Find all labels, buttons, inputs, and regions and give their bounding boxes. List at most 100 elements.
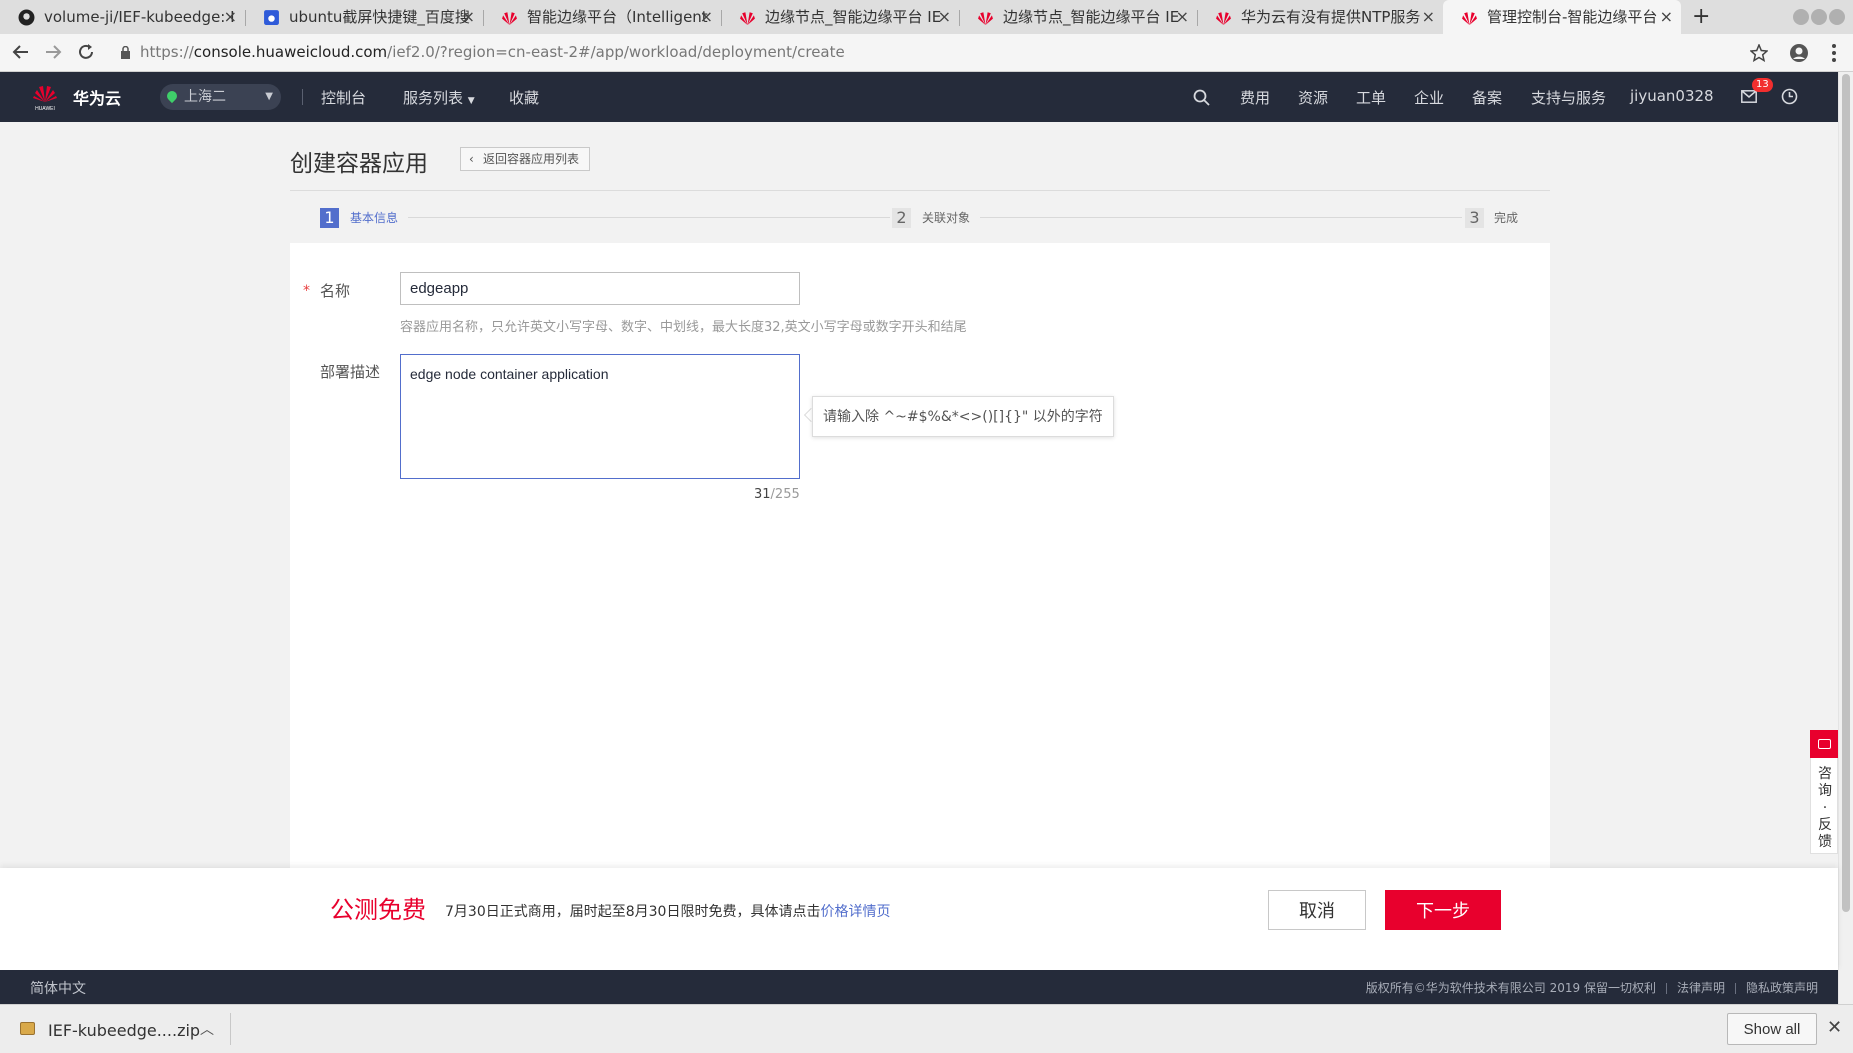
- huawei-icon: [740, 12, 755, 25]
- chat-icon: [1810, 730, 1838, 758]
- star-icon[interactable]: [1750, 44, 1768, 62]
- region-selector[interactable]: 上海二 ▼: [160, 84, 281, 110]
- next-step-button[interactable]: 下一步: [1385, 890, 1501, 930]
- consult-feedback-label: 咨询·反馈: [1818, 766, 1832, 850]
- huawei-icon: [502, 12, 517, 25]
- name-hint: 容器应用名称，只允许英文小写字母、数字、中划线，最大长度32,英文小写字母或数字…: [400, 320, 967, 335]
- nav-favorites[interactable]: 收藏: [509, 87, 539, 108]
- browser-tab[interactable]: 边缘节点_智能边缘平台 IE ×: [959, 0, 1197, 34]
- window-close-icon[interactable]: [1829, 9, 1845, 25]
- browser-tab-active[interactable]: 管理控制台-智能边缘平台 ×: [1443, 0, 1681, 34]
- step-2-number: 2: [892, 208, 911, 228]
- nav-console[interactable]: 控制台: [321, 87, 366, 108]
- new-tab-button[interactable]: +: [1692, 0, 1710, 34]
- name-input[interactable]: [400, 272, 800, 305]
- tab-title: 智能边缘平台（Intelligent: [527, 8, 708, 26]
- region-label: 上海二: [184, 89, 226, 105]
- close-icon[interactable]: ✕: [1827, 1017, 1842, 1038]
- maximize-icon[interactable]: [1811, 9, 1827, 25]
- forward-arrow-icon[interactable]: [44, 43, 62, 61]
- caret-down-icon: ▼: [467, 96, 475, 106]
- nav-support[interactable]: 支持与服务: [1531, 87, 1606, 108]
- back-arrow-icon[interactable]: [12, 43, 30, 61]
- back-to-list-button[interactable]: ‹ 返回容器应用列表: [460, 147, 591, 171]
- promo-description: 7月30日正式商用，届时起至8月30日限时免费，具体请点击: [445, 904, 821, 920]
- baidu-icon: [264, 10, 279, 25]
- huawei-logo-icon[interactable]: HUAWEI: [30, 82, 60, 112]
- account-icon[interactable]: [1789, 43, 1809, 63]
- nav-resources[interactable]: 资源: [1298, 87, 1328, 108]
- close-icon[interactable]: ×: [462, 0, 475, 34]
- title-divider: [290, 190, 1550, 191]
- mail-icon[interactable]: [1741, 90, 1757, 103]
- download-filename[interactable]: IEF-kubeedge....zip: [48, 1021, 200, 1040]
- cancel-button[interactable]: 取消: [1268, 890, 1366, 930]
- nav-filing[interactable]: 备案: [1472, 87, 1502, 108]
- caret-down-icon: ▼: [265, 91, 273, 102]
- step-3-label: 完成: [1494, 211, 1519, 225]
- privacy-link[interactable]: 隐私政策声明: [1746, 981, 1818, 995]
- close-icon[interactable]: ×: [1660, 0, 1673, 34]
- tab-title: ubuntu截屏快捷键_百度搜: [289, 8, 470, 26]
- required-mark: *: [303, 283, 310, 299]
- huawei-icon: [1216, 12, 1231, 25]
- chevron-up-icon[interactable]: ︿: [200, 1019, 214, 1039]
- huawei-icon: [1462, 12, 1477, 25]
- show-all-button[interactable]: Show all: [1727, 1013, 1817, 1045]
- step-3-number: 3: [1465, 208, 1484, 228]
- close-icon[interactable]: ×: [700, 0, 713, 34]
- zip-file-icon: [20, 1022, 35, 1035]
- search-icon[interactable]: [1193, 89, 1210, 106]
- tab-title: 管理控制台-智能边缘平台: [1487, 8, 1658, 26]
- copyright-text: 版权所有©华为软件技术有限公司 2019 保留一切权利: [1365, 981, 1656, 995]
- tab-title: 边缘节点_智能边缘平台 IE: [765, 8, 942, 26]
- tab-title: 华为云有没有提供NTP服务: [1241, 8, 1421, 26]
- step-connector: [980, 217, 1462, 218]
- nav-service-list-label: 服务列表: [403, 89, 464, 107]
- step-2-label: 关联对象: [922, 211, 971, 225]
- description-tooltip: 请输入除 ^~#$%&*<>()[]{}" 以外的字符: [812, 396, 1114, 437]
- lock-icon: [121, 46, 130, 59]
- kebab-menu-icon[interactable]: [1831, 43, 1837, 63]
- char-count-current: 31: [754, 487, 771, 502]
- minimize-icon[interactable]: [1793, 9, 1809, 25]
- step-1-number: 1: [320, 208, 339, 228]
- scrollbar-thumb[interactable]: [1842, 74, 1850, 912]
- page-title: 创建容器应用: [290, 151, 428, 177]
- browser-tab[interactable]: ubuntu截屏快捷键_百度搜 ×: [245, 0, 483, 34]
- download-bar: IEF-kubeedge....zip ︿ Show all ✕: [0, 1004, 1853, 1053]
- browser-tab[interactable]: volume-ji/IEF-kubeedge: I ×: [0, 0, 245, 34]
- pricing-details-link[interactable]: 价格详情页: [820, 904, 890, 920]
- browser-tab[interactable]: 智能边缘平台（Intelligent ×: [483, 0, 721, 34]
- nav-enterprise[interactable]: 企业: [1414, 87, 1444, 108]
- promo-title: 公测免费: [330, 896, 426, 924]
- browser-tabstrip: volume-ji/IEF-kubeedge: I × ubuntu截屏快捷键_…: [0, 0, 1853, 34]
- reload-icon[interactable]: [77, 43, 95, 61]
- browser-tab[interactable]: 华为云有没有提供NTP服务 ×: [1197, 0, 1443, 34]
- nav-billing[interactable]: 费用: [1240, 87, 1270, 108]
- nav-service-list[interactable]: 服务列表 ▼: [403, 87, 475, 108]
- close-icon[interactable]: ×: [224, 0, 237, 34]
- logo-wordmark: HUAWEI: [35, 106, 55, 112]
- back-to-list-label: 返回容器应用列表: [483, 152, 580, 166]
- url-field[interactable]: https://console.huaweicloud.com/ief2.0/?…: [140, 43, 845, 61]
- close-icon[interactable]: ×: [938, 0, 951, 34]
- url-scheme: https://: [140, 43, 194, 61]
- page-scrollbar[interactable]: [1838, 72, 1853, 1004]
- huawei-icon: [978, 12, 993, 25]
- close-icon[interactable]: ×: [1176, 0, 1189, 34]
- description-label: 部署描述: [320, 363, 381, 381]
- form-card: [290, 243, 1550, 868]
- nav-username[interactable]: jiyuan0328: [1630, 87, 1714, 105]
- language-selector[interactable]: 简体中文: [30, 978, 86, 998]
- nav-tickets[interactable]: 工单: [1356, 87, 1386, 108]
- clock-icon[interactable]: [1781, 88, 1798, 105]
- legal-link[interactable]: 法律声明: [1677, 981, 1725, 995]
- brand-name[interactable]: 华为云: [73, 85, 121, 109]
- console-topnav: HUAWEI 华为云 上海二 ▼ 控制台 服务列表 ▼ 收藏 费用 资源 工单 …: [0, 72, 1838, 122]
- close-icon[interactable]: ×: [1422, 0, 1435, 34]
- description-textarea[interactable]: edge node container application: [400, 354, 800, 479]
- browser-tab[interactable]: 边缘节点_智能边缘平台 IE ×: [721, 0, 959, 34]
- consult-feedback-widget[interactable]: 咨询·反馈: [1810, 730, 1838, 854]
- page-footer: 简体中文 版权所有©华为软件技术有限公司 2019 保留一切权利 法律声明 隐私政策…: [0, 970, 1838, 1004]
